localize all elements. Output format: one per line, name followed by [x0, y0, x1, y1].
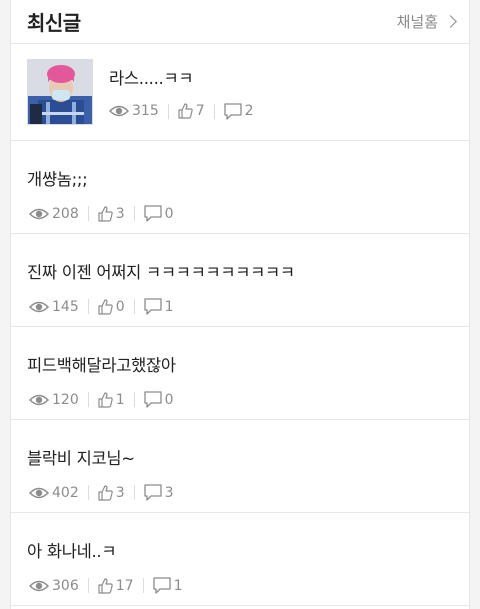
- thumbs-up-icon: [178, 103, 193, 119]
- like-count: 1: [98, 392, 125, 408]
- channel-home-link[interactable]: 채널홈: [396, 11, 457, 32]
- eye-icon: [29, 301, 49, 312]
- post-item[interactable]: 아 화나네..ㅋ 306 17 1: [11, 513, 469, 606]
- channel-home-label: 채널홈: [396, 13, 438, 31]
- post-meta: 306 17 1: [29, 577, 182, 594]
- post-item[interactable]: 라스.....ㅋㅋ 315 7 2: [11, 44, 469, 141]
- post-meta: 145 0 1: [29, 298, 174, 315]
- view-count: 145: [29, 299, 79, 315]
- divider: [142, 578, 144, 593]
- comment-icon: [144, 205, 162, 222]
- comment-icon: [152, 577, 171, 594]
- thumbs-up-icon: [98, 391, 113, 408]
- comment-count: 0: [144, 391, 174, 408]
- post-title: 개썅놈;;;: [27, 170, 88, 189]
- thumbs-up-icon: [98, 484, 113, 501]
- divider: [167, 103, 169, 119]
- post-title: 피드백해달라고했잖아: [27, 356, 176, 375]
- comment-count: 2: [224, 102, 254, 120]
- comment-count: 1: [152, 577, 182, 594]
- thumbs-up-icon: [98, 205, 113, 222]
- comment-icon: [144, 298, 162, 315]
- eye-icon: [29, 394, 49, 405]
- latest-posts-card: 최신글 채널홈 라스.....ㅋㅋ 315 7 2 개썅놈;;; 208 3 0…: [10, 0, 470, 609]
- divider: [213, 103, 215, 119]
- post-thumbnail: [27, 59, 93, 125]
- post-title: 진짜 이젠 어쩌지 ㅋㅋㅋㅋㅋㅋㅋㅋㅋㅋ: [27, 263, 295, 282]
- divider: [87, 299, 89, 314]
- post-meta: 120 1 0: [29, 391, 174, 408]
- view-count: 306: [29, 578, 79, 594]
- view-count: 402: [29, 485, 79, 501]
- eye-icon: [29, 487, 49, 498]
- post-item[interactable]: 피드백해달라고했잖아 120 1 0: [11, 327, 469, 420]
- post-title: 라스.....ㅋㅋ: [109, 68, 194, 88]
- like-count: 3: [98, 485, 125, 501]
- post-meta: 315 7 2: [109, 102, 254, 120]
- comment-count: 3: [144, 484, 174, 501]
- divider: [87, 578, 89, 593]
- section-header: 최신글 채널홈: [11, 0, 469, 44]
- view-count: 120: [29, 392, 79, 408]
- thumbs-up-icon: [98, 298, 113, 315]
- view-count: 315: [109, 103, 159, 119]
- comment-icon: [144, 391, 162, 408]
- chevron-right-icon: [444, 15, 457, 28]
- like-count: 17: [98, 578, 134, 594]
- divider: [133, 206, 135, 221]
- comment-count: 0: [144, 205, 174, 222]
- post-title: 블락비 지코님~: [27, 449, 135, 468]
- divider: [87, 206, 89, 221]
- view-count: 208: [29, 206, 79, 222]
- like-count: 0: [98, 299, 125, 315]
- comment-icon: [224, 102, 242, 120]
- post-item[interactable]: 진짜 이젠 어쩌지 ㅋㅋㅋㅋㅋㅋㅋㅋㅋㅋ 145 0 1: [11, 234, 469, 327]
- divider: [87, 392, 89, 407]
- post-item[interactable]: 블락비 지코님~ 402 3 3: [11, 420, 469, 513]
- eye-icon: [109, 105, 129, 117]
- like-count: 7: [178, 103, 205, 119]
- post-meta: 208 3 0: [29, 205, 174, 222]
- eye-icon: [29, 580, 49, 591]
- divider: [133, 299, 135, 314]
- post-meta: 402 3 3: [29, 484, 174, 501]
- post-item[interactable]: 개썅놈;;; 208 3 0: [11, 141, 469, 234]
- divider: [87, 485, 89, 500]
- section-title: 최신글: [27, 11, 81, 35]
- comment-count: 1: [144, 298, 174, 315]
- divider: [133, 392, 135, 407]
- divider: [133, 485, 135, 500]
- eye-icon: [29, 208, 49, 219]
- post-title: 아 화나네..ㅋ: [27, 542, 117, 561]
- thumbs-up-icon: [98, 577, 113, 594]
- like-count: 3: [98, 206, 125, 222]
- comment-icon: [144, 484, 162, 501]
